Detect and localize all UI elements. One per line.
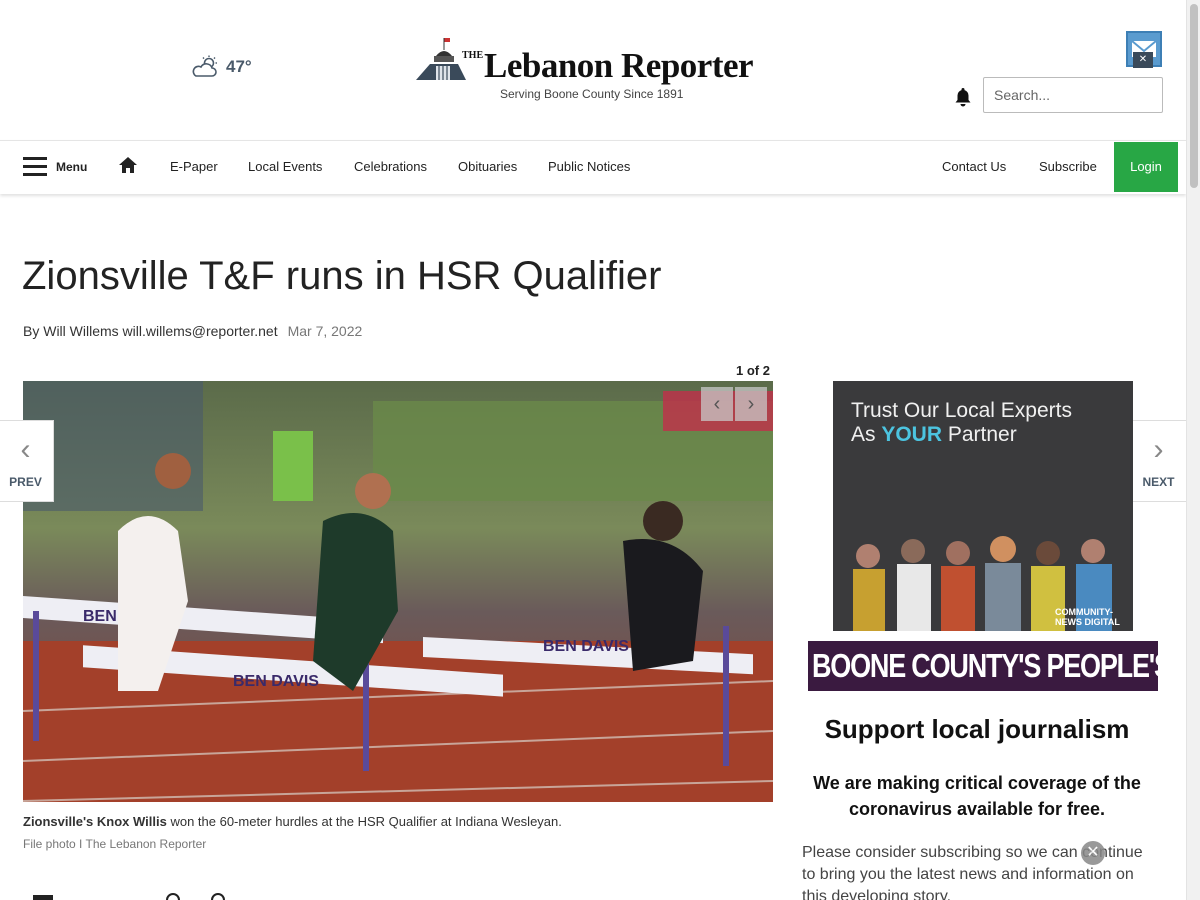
site-logo[interactable]: THE Lebanon Reporter Serving Boone Count… xyxy=(414,36,764,102)
byline: By Will Willems will.willems@reporter.ne… xyxy=(23,323,362,339)
ad-peoples-text: BOONE COUNTY'S PEOPLE'S CHOICE! xyxy=(812,647,1158,685)
prev-article-button[interactable]: ‹ PREV xyxy=(0,420,54,502)
svg-text:BEN DAVIS: BEN DAVIS xyxy=(543,638,629,655)
ad-line-2: As YOUR Partner xyxy=(851,423,1017,446)
nav-item-subscribe[interactable]: Subscribe xyxy=(1039,141,1097,193)
prev-label: PREV xyxy=(9,475,42,489)
weather-widget[interactable]: 47° xyxy=(192,55,252,79)
next-label: NEXT xyxy=(1142,475,1175,489)
hurdles-photo: BEN DAVIS BEN DAVIS BEN DAVIS xyxy=(23,381,773,802)
page-scrollbar[interactable] xyxy=(1186,0,1200,900)
ad-experts-text: Trust Our Local Experts As YOUR Partner xyxy=(851,399,1121,447)
scrollbar-thumb[interactable] xyxy=(1190,4,1198,188)
nav-item-obituaries[interactable]: Obituaries xyxy=(458,141,517,193)
partly-cloudy-icon xyxy=(192,55,217,77)
nav-item-local-events[interactable]: Local Events xyxy=(248,141,322,193)
svg-text:BEN DAVIS: BEN DAVIS xyxy=(233,673,319,690)
caption-name: Zionsville's Knox Willis xyxy=(23,814,167,829)
photo-next-button[interactable]: › xyxy=(735,387,767,421)
site-header: 47° THE Lebanon Reporter Serving Boone C… xyxy=(0,0,1186,140)
ad-trust-local-experts[interactable]: Trust Our Local Experts As YOUR Partner … xyxy=(833,381,1133,631)
ad-peoples-choice[interactable]: BOONE COUNTY'S PEOPLE'S CHOICE! xyxy=(808,641,1158,691)
photo-count: 1 of 2 xyxy=(736,363,770,378)
support-subtitle: We are making critical coverage of the c… xyxy=(813,773,1141,819)
chevron-left-icon: ‹ xyxy=(20,433,31,466)
nav-item-public-notices[interactable]: Public Notices xyxy=(548,141,630,193)
nav-item-celebrations[interactable]: Celebrations xyxy=(354,141,427,193)
ad-line-1: Trust Our Local Experts xyxy=(851,399,1072,422)
photo-credit: File photo I The Lebanon Reporter xyxy=(23,837,207,851)
share-icons[interactable] xyxy=(23,893,243,900)
nav-item-contact-us[interactable]: Contact Us xyxy=(942,141,1006,193)
close-icon[interactable]: ✕ xyxy=(1081,841,1105,865)
weather-temperature: 47° xyxy=(226,57,252,76)
publish-date: Mar 7, 2022 xyxy=(287,323,363,339)
login-button[interactable]: Login xyxy=(1114,142,1178,192)
next-article-button[interactable]: › NEXT xyxy=(1130,420,1186,502)
support-title: Support local journalism xyxy=(824,714,1130,744)
logo-the: THE xyxy=(462,50,484,61)
home-icon[interactable] xyxy=(118,156,138,174)
logo-tagline: Serving Boone County Since 1891 xyxy=(500,87,684,101)
chevron-right-icon: › xyxy=(1153,433,1164,466)
main-nav: Menu E-Paper Local Events Celebrations O… xyxy=(0,140,1186,194)
close-icon[interactable]: ✕ xyxy=(1133,52,1153,68)
author[interactable]: By Will Willems will.willems@reporter.ne… xyxy=(23,323,278,339)
logo-name: Lebanon Reporter xyxy=(484,46,754,85)
bell-icon[interactable] xyxy=(954,87,972,107)
article-photo[interactable]: BEN DAVIS BEN DAVIS BEN DAVIS ‹ › xyxy=(23,381,773,802)
caption-text: won the 60-meter hurdles at the HSR Qual… xyxy=(166,814,562,829)
photo-prev-button[interactable]: ‹ xyxy=(701,387,733,421)
article-headline: Zionsville T&F runs in HSR Qualifier xyxy=(22,254,662,298)
menu-button[interactable]: Menu xyxy=(56,141,87,193)
nav-item-e-paper[interactable]: E-Paper xyxy=(170,141,218,193)
search-input[interactable] xyxy=(983,77,1163,113)
photo-caption: Zionsville's Knox Willis won the 60-mete… xyxy=(23,814,562,829)
courthouse-logo-icon xyxy=(416,38,466,80)
hamburger-menu-icon[interactable] xyxy=(23,157,47,177)
ad-brand-logo: COMMUNITY-NEWS DIGITAL xyxy=(1055,607,1120,627)
